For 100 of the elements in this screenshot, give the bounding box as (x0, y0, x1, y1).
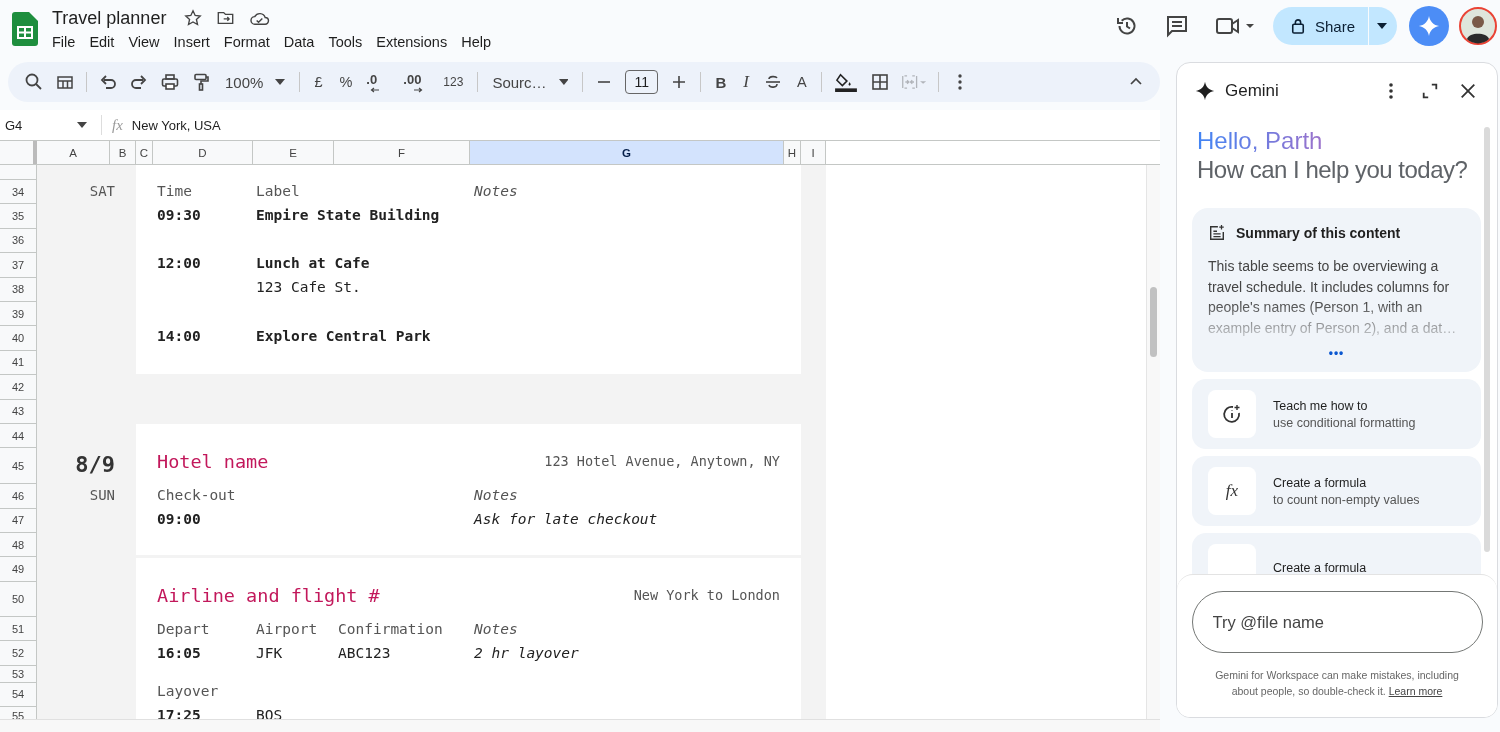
horizontal-scrollbar[interactable] (0, 719, 1160, 732)
row-header[interactable]: 52 (0, 641, 36, 666)
suggestion-title: Create a formula (1273, 561, 1367, 574)
panel-scrollbar[interactable] (1484, 127, 1490, 552)
row-header[interactable]: 54 (0, 682, 36, 708)
row-header[interactable]: 48 (0, 533, 36, 558)
menu-item[interactable]: Extensions (369, 32, 455, 52)
folder-icon[interactable] (216, 9, 236, 27)
info-sparkle-icon (1222, 404, 1242, 424)
menu-item[interactable]: Help (454, 32, 498, 52)
field-label: Label (256, 183, 301, 199)
font-dropdown[interactable]: Sourc… (489, 68, 572, 96)
row-header[interactable]: 49 (0, 557, 36, 582)
column-header[interactable]: D (153, 141, 253, 164)
function-label: fx (112, 116, 123, 134)
sheets-logo-icon[interactable] (12, 12, 38, 46)
borders-icon[interactable] (869, 72, 890, 92)
menu-item[interactable]: Edit (82, 32, 122, 52)
text-color-button[interactable]: A (793, 68, 810, 96)
summary-text: This table seems to be overviewing a travel schedule. It includes columns for people's names (Person 1, with an example entry of Person 2), and a dat… (1208, 257, 1458, 338)
row-header[interactable]: 41 (0, 350, 36, 376)
row-header[interactable]: 40 (0, 326, 36, 351)
learn-more-link[interactable]: Learn more (1388, 685, 1443, 697)
italic-button[interactable]: I (740, 68, 752, 96)
weekday: SAT (89, 182, 115, 201)
row-header[interactable]: 51 (0, 616, 36, 642)
sparkle-icon (1195, 81, 1215, 101)
row-header[interactable]: 39 (0, 301, 36, 327)
suggestion-card[interactable]: Teach me how to use conditional formatting (1192, 379, 1481, 449)
font-size-field[interactable]: 11 (625, 70, 659, 94)
suggestion-subtitle: to count non-empty values (1273, 492, 1420, 507)
suggestion-title: Teach me how to (1273, 398, 1369, 413)
row-header[interactable]: 46 (0, 484, 36, 509)
row-header[interactable]: 53 (0, 665, 36, 683)
menu-item[interactable]: Insert (166, 32, 217, 52)
field-label: Check-out (157, 487, 237, 503)
column-header[interactable]: F (334, 141, 470, 164)
field-value: 12:00 (157, 255, 202, 272)
redo-icon[interactable] (129, 72, 149, 92)
zoom-dropdown[interactable]: 100% (222, 68, 289, 96)
undo-icon[interactable] (98, 72, 118, 92)
menu-item[interactable]: Tools (321, 32, 370, 52)
comment-icon[interactable] (1165, 14, 1189, 38)
row-header[interactable]: 50 (0, 581, 36, 617)
row-header[interactable]: 43 (0, 399, 36, 424)
paint-format-icon[interactable] (191, 72, 211, 92)
row-header[interactable]: 37 (0, 253, 36, 278)
row-header[interactable]: 35 (0, 204, 36, 229)
currency-format-button[interactable]: £ (311, 68, 326, 96)
summary-card[interactable]: Summary of this content This table seems to be overviewing a travel schedule. It includes columns for people's names (Person 1, with an example entry of Person 2), and a dat… ••• (1192, 208, 1481, 372)
row-header[interactable]: 42 (0, 375, 36, 400)
row-header[interactable]: 47 (0, 508, 36, 534)
decrease-decimals-button[interactable]: .0 (366, 68, 393, 96)
percent-format-button[interactable]: % (336, 68, 356, 96)
column-header[interactable]: I (801, 141, 826, 164)
event-title: Airline and flight # (157, 584, 380, 606)
field-label: Notes (474, 183, 519, 199)
row-header[interactable]: 44 (0, 423, 36, 449)
print-icon[interactable] (160, 72, 180, 92)
share-options-button[interactable] (1369, 7, 1397, 45)
star-icon[interactable] (184, 9, 203, 27)
column-header[interactable]: C (136, 141, 153, 164)
search-icon[interactable] (24, 72, 44, 92)
menu-item[interactable]: View (121, 32, 167, 52)
number-format-button[interactable]: 123 (440, 68, 467, 96)
caret-icon (558, 79, 569, 85)
row-header[interactable]: 34 (0, 180, 36, 205)
suggestion-card[interactable]: fx Create a formula to count non-empty values (1192, 456, 1481, 526)
arrow-right-icon (413, 87, 424, 93)
row-header[interactable]: 38 (0, 277, 36, 302)
gemini-button[interactable] (1409, 6, 1449, 46)
menu-item[interactable]: File (45, 32, 83, 52)
vertical-scrollbar[interactable] (1146, 165, 1160, 719)
lock-icon (1291, 18, 1305, 34)
show-more-button[interactable]: ••• (1328, 346, 1345, 360)
column-header[interactable]: G (470, 141, 784, 164)
row-header[interactable]: 45 (0, 448, 36, 485)
document-title[interactable]: Travel planner (52, 7, 167, 29)
fill-color-icon[interactable] (832, 72, 859, 92)
suggestion-card[interactable]: Create a formula (1192, 533, 1481, 574)
share-button[interactable]: Share (1273, 7, 1368, 45)
column-header[interactable]: E (253, 141, 334, 164)
bold-button[interactable]: B (712, 68, 730, 96)
name-box[interactable]: G4 (0, 117, 91, 133)
column-header[interactable]: H (784, 141, 801, 164)
panel-title: Gemini (1225, 81, 1279, 101)
avatar-icon[interactable] (1459, 7, 1497, 45)
column-header[interactable]: A (37, 141, 110, 164)
field-label: Depart (157, 621, 211, 637)
prompt-input-field[interactable]: Try @file name (1191, 591, 1483, 653)
increase-decimals-button[interactable]: .00 (403, 68, 430, 96)
close-icon[interactable] (1459, 82, 1477, 100)
column-header[interactable]: B (110, 141, 136, 164)
row-header[interactable]: 36 (0, 228, 36, 254)
suggestion-subtitle: use conditional formatting (1273, 415, 1416, 430)
expand-icon[interactable] (1421, 82, 1439, 100)
menu-item[interactable]: Data (276, 32, 322, 52)
suggestion-title: Create a formula (1273, 475, 1368, 490)
menu-item[interactable]: Format (216, 32, 277, 52)
formula-field[interactable]: New York, USA (131, 117, 221, 133)
